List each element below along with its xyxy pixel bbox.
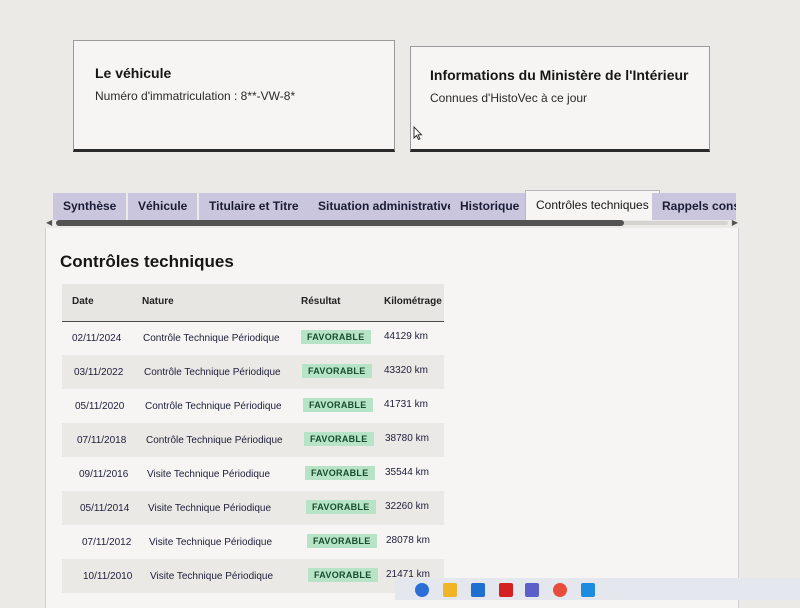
row-date: 02/11/2024 (72, 333, 122, 344)
row-km: 38780 km (385, 433, 429, 444)
tab-vehicule[interactable]: Véhicule (128, 193, 198, 220)
row-km: 32260 km (385, 501, 429, 512)
table-header: Date Nature Résultat Kilométrage (62, 284, 444, 322)
column-header-nature: Nature (142, 296, 174, 307)
row-km: 44129 km (384, 331, 428, 342)
vehicle-card-title: Le véhicule (95, 65, 172, 81)
row-date: 03/11/2022 (74, 367, 124, 378)
row-km: 28078 km (386, 535, 430, 546)
row-nature: Contrôle Technique Périodique (145, 401, 282, 412)
row-date: 10/11/2010 (83, 571, 133, 582)
result-badge: FAVORABLE (303, 398, 373, 412)
row-date: 07/11/2012 (82, 537, 132, 548)
mouse-cursor-icon (413, 126, 423, 140)
row-date: 05/11/2020 (75, 401, 125, 412)
section-title: Contrôles techniques (60, 252, 234, 271)
column-header-resultat: Résultat (301, 296, 341, 307)
scroll-thumb[interactable] (56, 220, 624, 226)
row-date: 09/11/2016 (79, 469, 129, 480)
result-badge: FAVORABLE (306, 500, 376, 514)
tab-controles-techniques[interactable]: Contrôles techniques (525, 190, 660, 220)
chrome-icon[interactable] (553, 583, 567, 597)
file-explorer-icon[interactable] (443, 583, 457, 597)
vehicle-card: Le véhicule Numéro d'immatriculation : 8… (73, 40, 395, 152)
search-icon[interactable] (415, 583, 429, 597)
ministry-card: Informations du Ministère de l'Intérieur… (410, 46, 710, 152)
row-nature: Visite Technique Périodique (148, 503, 272, 514)
tabs-scrollbar[interactable]: ◀ ▶ (46, 218, 738, 228)
table-row: 07/11/2018 Contrôle Technique Périodique… (62, 423, 444, 457)
table-row: 02/11/2024 Contrôle Technique Périodique… (62, 321, 444, 355)
result-badge: FAVORABLE (301, 330, 371, 344)
tab-situation-administrative[interactable]: Situation administrative (308, 193, 465, 220)
result-badge: FAVORABLE (308, 568, 378, 582)
table-row: 05/11/2020 Contrôle Technique Périodique… (62, 389, 444, 423)
ministry-card-subtitle: Connues d'HistoVec à ce jour (430, 91, 588, 105)
result-badge: FAVORABLE (302, 364, 372, 378)
scroll-left-arrow-icon[interactable]: ◀ (46, 218, 52, 228)
tab-synthese[interactable]: Synthèse (53, 193, 127, 220)
row-km: 35544 km (385, 467, 429, 478)
result-badge: FAVORABLE (307, 534, 377, 548)
column-header-date: Date (72, 296, 94, 307)
scroll-right-arrow-icon[interactable]: ▶ (732, 218, 738, 228)
table-row: 07/11/2012 Visite Technique Périodique F… (62, 525, 444, 559)
column-header-kilometrage: Kilométrage (384, 296, 442, 307)
controles-techniques-panel: Contrôles techniques Date Nature Résulta… (45, 228, 739, 608)
app-l-icon[interactable] (499, 583, 513, 597)
teams-icon[interactable] (525, 583, 539, 597)
row-date: 05/11/2014 (80, 503, 130, 514)
store-icon[interactable] (471, 583, 485, 597)
tab-titulaire-et-titre[interactable]: Titulaire et Titre (199, 193, 309, 220)
result-badge: FAVORABLE (305, 466, 375, 480)
table-row: 05/11/2014 Visite Technique Périodique F… (62, 491, 444, 525)
ministry-card-title: Informations du Ministère de l'Intérieur (430, 67, 689, 83)
registration-number: Numéro d'immatriculation : 8**-VW-8* (95, 89, 296, 103)
row-nature: Visite Technique Périodique (149, 537, 273, 548)
table-row: 03/11/2022 Contrôle Technique Périodique… (62, 355, 444, 389)
row-date: 07/11/2018 (77, 435, 127, 446)
tab-bar: Synthèse Véhicule Titulaire et Titre Sit… (53, 190, 736, 220)
row-nature: Visite Technique Périodique (147, 469, 271, 480)
row-nature: Visite Technique Périodique (150, 571, 274, 582)
app-blue-icon[interactable] (581, 583, 595, 597)
tab-historique[interactable]: Historique (450, 193, 530, 220)
table-row: 10/11/2010 Visite Technique Périodique F… (62, 559, 444, 593)
row-nature: Contrôle Technique Périodique (143, 333, 280, 344)
result-badge: FAVORABLE (304, 432, 374, 446)
windows-taskbar (395, 578, 800, 600)
tab-rappels-constructeur[interactable]: Rappels constructeur (652, 193, 736, 220)
row-km: 41731 km (384, 399, 428, 410)
row-nature: Contrôle Technique Périodique (144, 367, 281, 378)
table-row: 09/11/2016 Visite Technique Périodique F… (62, 457, 444, 491)
row-km: 43320 km (384, 365, 428, 376)
row-nature: Contrôle Technique Périodique (146, 435, 283, 446)
